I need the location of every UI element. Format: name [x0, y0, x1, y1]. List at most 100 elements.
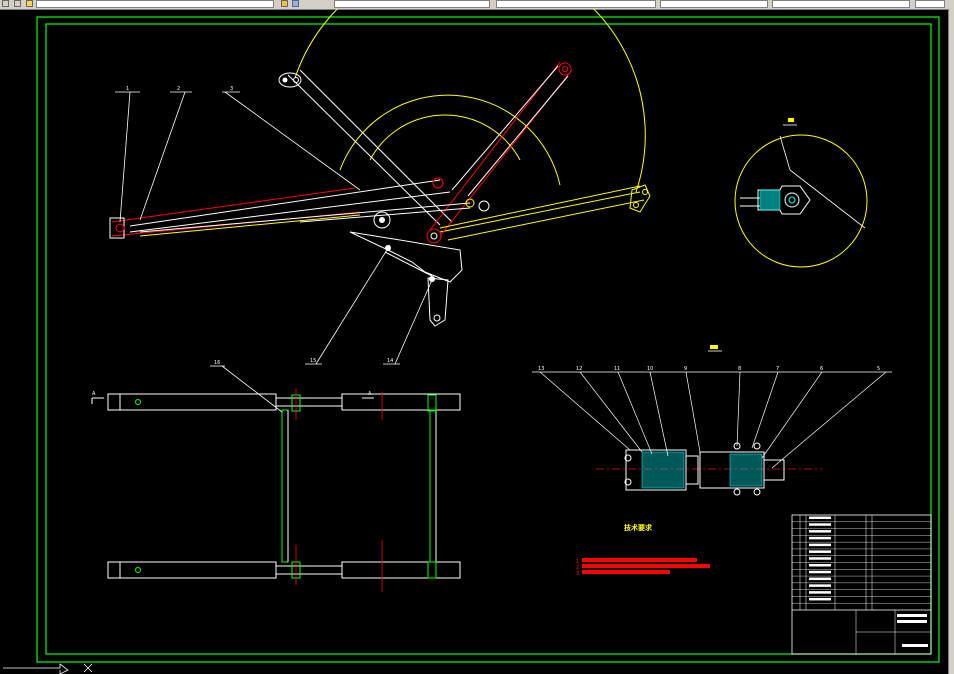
title-name-bar-2 — [897, 620, 927, 623]
leader-11 — [617, 371, 653, 455]
detail-cut-line — [789, 169, 866, 229]
callout-6: 6 — [820, 366, 823, 372]
leader-7 — [751, 371, 779, 449]
leader-12 — [579, 371, 643, 453]
arm-white-lower — [299, 69, 453, 223]
plan-bolt-3 — [427, 394, 437, 412]
leader-13 — [539, 371, 631, 451]
parts-list-row-text — [809, 523, 831, 526]
ucs-x-label — [83, 663, 93, 673]
arm-end-pin — [282, 77, 288, 83]
section-hatch-left — [641, 451, 685, 489]
section-bolt-6 — [753, 488, 761, 496]
tech-req-line-2 — [582, 564, 710, 568]
drawing-number-bar — [902, 644, 928, 647]
callout-12: 12 — [576, 366, 582, 372]
swing-arc-mid — [339, 94, 561, 186]
tech-req-line-3 — [582, 570, 670, 574]
arm-white-right-2 — [467, 75, 569, 197]
parts-list-row-text — [809, 577, 831, 581]
drawing-canvas[interactable]: 1 2 3 15 14 A A 16 13 12 11 10 9 8 7 6 5… — [0, 9, 948, 674]
callout-2: 2 — [177, 86, 180, 92]
tech-req-line-1 — [582, 558, 697, 562]
section-bolt-5 — [753, 442, 761, 450]
parts-list-row-text — [809, 530, 831, 533]
plan-view — [91, 365, 461, 592]
new-icon[interactable] — [2, 0, 9, 7]
detail-hatch — [759, 189, 781, 211]
plan-top-rail-left — [107, 393, 277, 411]
pivot-outer — [426, 228, 442, 244]
parts-list-row-text — [809, 584, 831, 587]
detail-pin — [788, 196, 796, 204]
leader-5 — [771, 371, 887, 469]
toolbar-extra-field[interactable] — [915, 0, 945, 8]
ucs-icon — [3, 663, 93, 674]
leader-2 — [139, 91, 186, 221]
leader-1 — [119, 91, 131, 223]
leader-3 — [224, 91, 361, 191]
inner-border — [45, 23, 932, 655]
callout-5: 5 — [877, 366, 880, 372]
leader-10 — [649, 371, 669, 457]
parts-list-row-text — [809, 591, 831, 594]
arm-yellow-end-lug — [629, 184, 651, 213]
linetype-dropdown[interactable] — [496, 0, 656, 8]
layer-icon[interactable] — [26, 0, 33, 7]
title-block — [791, 514, 932, 655]
leader-6 — [761, 371, 823, 459]
layer-state-icon[interactable] — [281, 0, 288, 7]
vertical-scrollbar[interactable] — [948, 9, 954, 674]
detail-label-mark — [788, 118, 794, 122]
pivot-left-pin — [379, 217, 385, 223]
swing-arc-outer — [294, 9, 646, 193]
section-end-cap — [763, 459, 785, 481]
plan-cross-member-right — [429, 409, 437, 563]
leader-14 — [394, 279, 433, 365]
detail-pin-hole — [784, 192, 800, 208]
callout-3: 3 — [230, 86, 233, 92]
detail-cut-line-2 — [779, 135, 791, 171]
arm-red-end-circle — [558, 62, 572, 76]
layer-dropdown[interactable] — [36, 0, 274, 8]
cylinder-red-top — [111, 187, 356, 223]
callout-10: 10 — [647, 366, 653, 372]
arm-yellow-pin-1 — [642, 189, 648, 195]
callout-16: 16 — [214, 360, 220, 366]
tech-requirements: 技术要求 1. 2. 3. — [576, 523, 710, 577]
open-icon[interactable] — [14, 0, 21, 7]
parts-list-row-text — [809, 543, 831, 547]
section-callouts: 13 12 11 10 9 8 7 6 5 — [538, 366, 880, 372]
cylinder-white-2 — [129, 191, 451, 233]
mechanism-elevation-view — [109, 9, 651, 365]
callout-9: 9 — [684, 366, 687, 372]
parts-list-row-text — [809, 516, 831, 519]
color-dropdown[interactable] — [334, 0, 490, 8]
lineweight-dropdown[interactable] — [660, 0, 768, 8]
pivot-inner — [430, 232, 438, 240]
plan-bottom-hole — [135, 567, 141, 573]
plan-top-rod — [275, 397, 343, 407]
arm-end-hole — [293, 77, 299, 83]
parts-list-row-text — [809, 550, 831, 553]
callout-8: 8 — [738, 366, 741, 372]
foot-bracket — [427, 277, 449, 327]
plot-style-dropdown[interactable] — [772, 0, 910, 8]
arm-red-end-pin — [562, 66, 568, 72]
detail-circle — [734, 134, 868, 268]
cylinder-base-pin — [115, 223, 125, 233]
title-name-bar-1 — [897, 614, 927, 617]
parts-list-row-text — [809, 570, 831, 574]
arm-white-right-1 — [451, 65, 559, 191]
view-mark-right: A — [368, 391, 372, 397]
leader-16 — [221, 365, 283, 413]
plan-bolt-4 — [427, 561, 437, 579]
tech-req-num-3: 3. — [576, 571, 581, 577]
layer-previous-icon[interactable] — [292, 0, 299, 7]
leader-9 — [685, 371, 701, 453]
arm-yellow-pin-2 — [633, 202, 639, 208]
callout-1: 1 — [126, 86, 129, 92]
parts-list-row-text — [809, 536, 831, 540]
callout-13: 13 — [538, 366, 544, 372]
cylinder-yellow-1 — [139, 214, 361, 237]
